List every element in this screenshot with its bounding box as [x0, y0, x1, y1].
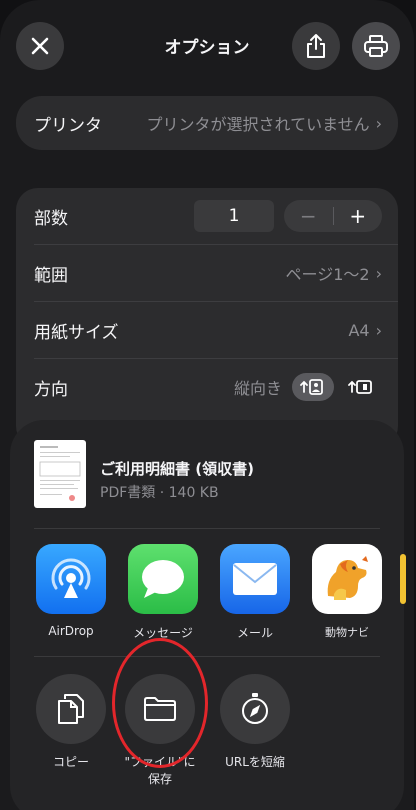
dog-icon — [312, 544, 382, 614]
next-app-edge — [400, 554, 406, 604]
orientation-label: 方向 — [34, 379, 68, 400]
airdrop-icon — [36, 544, 106, 614]
share-sheet: ご利用明細書 (領収書) PDF書類 · 140 KB AirDrop メッセー… — [10, 420, 406, 810]
print-button[interactable] — [352, 22, 400, 70]
document-preview-icon — [39, 446, 81, 501]
range-value: ページ1〜2 — [285, 265, 370, 284]
divider — [34, 656, 380, 657]
compass-icon — [242, 693, 268, 724]
portrait-icon — [300, 379, 323, 395]
airdrop-app[interactable]: AirDrop — [36, 544, 106, 638]
paper-size-label: 用紙サイズ — [34, 322, 119, 343]
shorten-url-button[interactable] — [220, 674, 290, 744]
document-title: ご利用明細書 (領収書) — [100, 460, 254, 478]
share-button[interactable] — [292, 22, 340, 70]
range-row[interactable]: 範囲 ページ1〜2 › — [16, 245, 398, 301]
shorten-url-action[interactable]: URLを短縮 — [218, 674, 292, 771]
messages-app[interactable]: メッセージ — [128, 544, 198, 641]
chevron-right-icon: › — [375, 320, 382, 340]
highlight-circle — [112, 638, 208, 768]
printer-selector[interactable]: プリンタ プリンタが選択されていません › — [16, 96, 398, 150]
increment-button[interactable]: + — [334, 204, 383, 228]
copy-button[interactable] — [36, 674, 106, 744]
mail-icon — [220, 544, 290, 614]
copies-stepper: − + — [284, 200, 382, 232]
messages-icon — [128, 544, 198, 614]
mail-app[interactable]: メール — [220, 544, 290, 641]
options-screen: オプション プリンタ プリンタが選択されていません › 部数 1 − + 範囲 … — [0, 0, 414, 810]
save-to-files-label-line2: 保存 — [147, 772, 172, 786]
animal-navi-label: 動物ナビ — [325, 626, 369, 639]
mail-label: メール — [236, 626, 273, 640]
copy-label: コピー — [52, 755, 89, 769]
orientation-row: 方向 縦向き — [16, 359, 398, 415]
copies-field[interactable]: 1 — [194, 200, 274, 232]
portrait-button[interactable] — [292, 373, 334, 401]
shorten-url-label: URLを短縮 — [225, 755, 285, 769]
airdrop-label: AirDrop — [48, 624, 94, 638]
printer-label: プリンタ — [34, 115, 102, 136]
share-icon — [307, 34, 325, 58]
paper-size-value: A4 — [348, 320, 370, 340]
landscape-button[interactable] — [340, 373, 382, 401]
divider — [34, 528, 380, 529]
range-label: 範囲 — [34, 265, 68, 286]
decrement-button[interactable]: − — [284, 204, 333, 228]
printer-icon — [364, 35, 388, 57]
share-apps-row: AirDrop メッセージ メール 動物ナビ — [10, 544, 406, 654]
orientation-control: 縦向き — [234, 373, 382, 401]
copies-label: 部数 — [34, 208, 68, 229]
copy-icon — [58, 694, 84, 724]
copies-row: 部数 1 − + — [16, 188, 398, 244]
print-options-group: 部数 1 − + 範囲 ページ1〜2 › 用紙サイズ A4 › 方向 縦向き — [16, 188, 398, 448]
document-thumbnail — [34, 440, 86, 508]
animal-navi-app[interactable]: 動物ナビ — [312, 544, 382, 640]
document-meta: PDF書類 · 140 KB — [100, 485, 219, 501]
copy-action[interactable]: コピー — [34, 674, 108, 771]
chevron-right-icon: › — [375, 113, 382, 133]
printer-value: プリンタが選択されていません — [146, 115, 370, 134]
paper-size-row[interactable]: 用紙サイズ A4 › — [16, 302, 398, 358]
orientation-value: 縦向き — [233, 379, 282, 398]
landscape-icon — [348, 380, 372, 394]
chevron-right-icon: › — [375, 263, 382, 283]
